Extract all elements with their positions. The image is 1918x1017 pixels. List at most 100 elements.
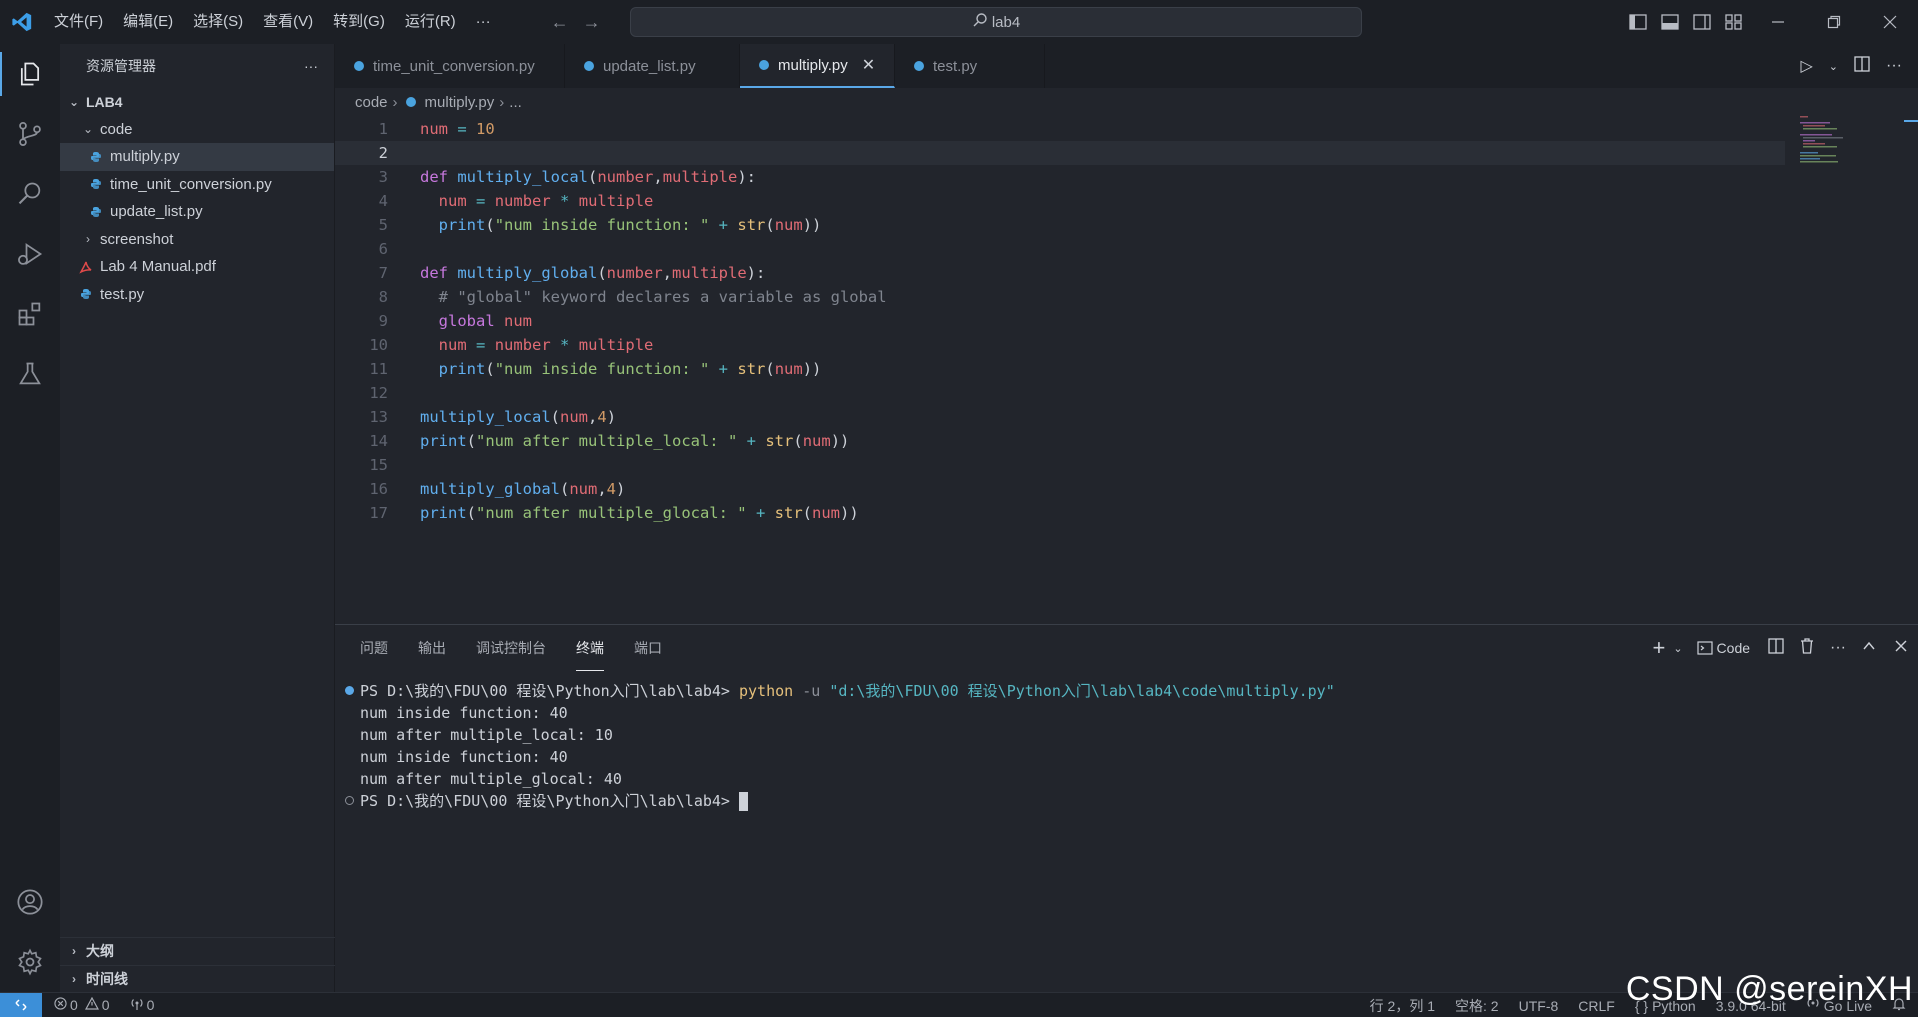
close-panel-icon[interactable] — [1894, 639, 1908, 658]
chevron-down-icon[interactable]: ⌄ — [1823, 60, 1844, 73]
testing-flask-icon[interactable] — [0, 344, 60, 404]
chevron-right-icon: › — [72, 944, 76, 959]
split-terminal-icon[interactable] — [1768, 637, 1784, 659]
menu-view[interactable]: 查看(V) — [253, 0, 323, 44]
run-debug-icon[interactable] — [0, 224, 60, 284]
panel-tab-terminal[interactable]: 终端 — [576, 625, 604, 671]
restore-icon[interactable] — [1806, 0, 1862, 44]
accounts-icon[interactable] — [0, 872, 60, 932]
editor-scrollbar[interactable] — [1904, 120, 1918, 122]
chevron-down-icon: ⌄ — [68, 94, 80, 109]
tree-file-test[interactable]: test.py — [60, 281, 334, 309]
vscode-logo-icon — [0, 0, 44, 44]
tree-file-lab4-manual[interactable]: Lab 4 Manual.pdf — [60, 253, 334, 281]
tree-file-time-unit-conversion[interactable]: time_unit_conversion.py — [60, 171, 334, 199]
python-file-icon — [88, 206, 104, 218]
ports-status[interactable]: 0 — [130, 997, 154, 1014]
tree-folder-screenshot[interactable]: › screenshot — [60, 226, 334, 254]
chevron-down-icon: ⌄ — [82, 122, 94, 137]
code-line: 11 print("num inside function: " + str(n… — [369, 360, 822, 378]
cursor-position[interactable]: 行 2，列 1 — [1370, 996, 1435, 1016]
toggle-primary-sidebar-icon[interactable] — [1622, 0, 1654, 44]
menu-file[interactable]: 文件(F) — [44, 0, 113, 44]
run-file-icon[interactable]: ▷ — [1794, 56, 1818, 76]
customize-layout-icon[interactable] — [1718, 0, 1750, 44]
toggle-secondary-sidebar-icon[interactable] — [1686, 0, 1718, 44]
python-file-icon — [911, 60, 927, 72]
chevron-right-icon: › — [72, 971, 76, 986]
code-line: 17 print("num after multiple_glocal: " + … — [369, 504, 859, 522]
code-editor[interactable]: 1 num = 10 2 3 def multiply_local(number,m… — [335, 114, 1918, 624]
breadcrumb-symbols[interactable]: ... — [509, 94, 522, 111]
menu-selection[interactable]: 选择(S) — [183, 0, 253, 44]
code-line: 10 num = number * multiple — [369, 336, 654, 354]
new-terminal-icon[interactable]: + — [1652, 635, 1665, 661]
tab-time-unit-conversion[interactable]: time_unit_conversion.py — [335, 44, 565, 88]
search-icon[interactable] — [0, 164, 60, 224]
encoding[interactable]: UTF-8 — [1519, 998, 1559, 1014]
panel-tab-debug-console[interactable]: 调试控制台 — [476, 625, 546, 671]
problems-status[interactable]: 0 0 — [54, 996, 110, 1013]
line-ending[interactable]: CRLF — [1578, 998, 1615, 1014]
toggle-panel-icon[interactable] — [1654, 0, 1686, 44]
breadcrumb-file[interactable]: multiply.py — [425, 94, 495, 111]
tree-file-update-list[interactable]: update_list.py — [60, 198, 334, 226]
more-actions-icon[interactable]: ··· — [1880, 57, 1908, 75]
outline-section[interactable]: › 大纲 — [60, 937, 335, 965]
tree-folder-code[interactable]: ⌄ code — [60, 116, 334, 144]
tab-update-list[interactable]: update_list.py — [565, 44, 740, 88]
command-center-search[interactable]: lab4 — [630, 7, 1362, 37]
extensions-icon[interactable] — [0, 284, 60, 344]
close-window-icon[interactable] — [1862, 0, 1918, 44]
explorer-icon[interactable] — [0, 44, 60, 104]
terminal-shell-selector[interactable]: Code — [1696, 640, 1750, 656]
back-arrow-icon[interactable]: ← — [551, 12, 569, 33]
maximize-panel-icon[interactable] — [1862, 639, 1876, 658]
panel-tab-output[interactable]: 输出 — [418, 625, 446, 671]
timeline-section[interactable]: › 时间线 — [60, 964, 335, 993]
source-control-icon[interactable] — [0, 104, 60, 164]
panel-tab-ports[interactable]: 端口 — [634, 625, 662, 671]
workspace-root[interactable]: ⌄ LAB4 — [60, 88, 334, 116]
python-file-icon — [351, 60, 367, 72]
chevron-down-icon[interactable]: ⌄ — [1673, 642, 1682, 655]
code-line: 12 — [369, 384, 388, 402]
command-pending-icon[interactable] — [345, 796, 354, 805]
split-editor-icon[interactable] — [1848, 55, 1876, 77]
tab-test[interactable]: test.py — [895, 44, 1045, 88]
tree-file-multiply[interactable]: multiply.py — [60, 143, 334, 171]
code-line: 4 num = number * multiple — [378, 192, 654, 210]
terminal-line: num inside function: 40 — [360, 748, 568, 766]
menu-go[interactable]: 转到(G) — [323, 0, 395, 44]
breadcrumb: code › multiply.py › ... — [335, 88, 1918, 116]
indentation[interactable]: 空格: 2 — [1455, 996, 1499, 1016]
title-bar: 文件(F) 编辑(E) 选择(S) 查看(V) 转到(G) 运行(R) ··· … — [0, 0, 1918, 44]
code-line: 13 multiply_local(num,4) — [369, 408, 617, 426]
command-success-icon[interactable] — [345, 686, 354, 695]
minimap[interactable] — [1798, 114, 1858, 164]
explorer-more-button[interactable]: ··· — [304, 58, 318, 74]
minimize-icon[interactable] — [1750, 0, 1806, 44]
terminal-icon — [1696, 641, 1713, 655]
python-file-icon — [403, 96, 419, 108]
settings-gear-icon[interactable] — [0, 932, 60, 992]
menu-edit[interactable]: 编辑(E) — [113, 0, 183, 44]
code-line: 16 multiply_global(num,4) — [369, 480, 626, 498]
explorer-title: 资源管理器 — [86, 58, 156, 74]
close-tab-icon[interactable]: ✕ — [862, 55, 875, 75]
search-icon — [972, 12, 988, 32]
forward-arrow-icon[interactable]: → — [583, 12, 601, 33]
more-actions-icon[interactable]: ··· — [1830, 639, 1846, 657]
tab-multiply[interactable]: multiply.py ✕ — [740, 44, 895, 88]
trash-icon[interactable] — [1800, 637, 1814, 659]
menu-run[interactable]: 运行(R) — [395, 0, 466, 44]
explorer-sidebar: 资源管理器 ··· ⌄ LAB4 ⌄ code multiply.py time… — [60, 44, 335, 992]
panel-tab-problems[interactable]: 问题 — [360, 625, 388, 671]
terminal-line: num after multiple_glocal: 40 — [360, 770, 622, 788]
terminal-line: PS D:\我的\FDU\00 程设\Python入门\lab\lab4> py… — [360, 682, 1335, 700]
remote-indicator-icon[interactable] — [0, 992, 42, 1017]
menu-more[interactable]: ··· — [466, 0, 501, 44]
bottom-panel: 问题 输出 调试控制台 终端 端口 + ⌄ Code ··· PS D:\我的\… — [335, 624, 1918, 992]
breadcrumb-folder[interactable]: code — [355, 94, 388, 111]
code-line: 15 — [369, 456, 388, 474]
